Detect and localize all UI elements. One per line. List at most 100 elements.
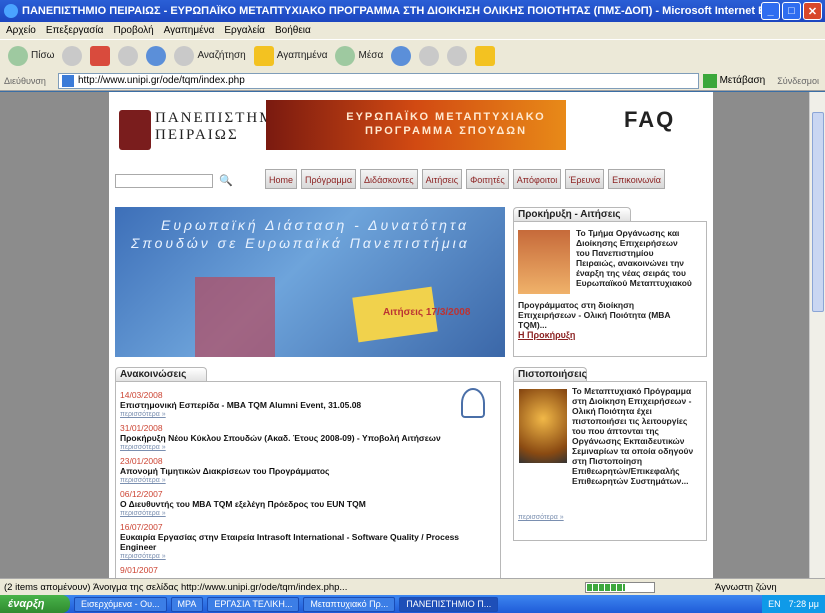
menu-view[interactable]: Προβολή	[113, 25, 153, 36]
nav-faculty[interactable]: Διδάσκοντες	[360, 169, 418, 189]
links-button[interactable]: Σύνδεσμοι	[777, 76, 825, 86]
home-icon	[146, 45, 167, 66]
window-titlebar: ΠΑΝΕΠΙΣΤΗΜΙΟ ΠΕΙΡΑΙΩΣ - ΕΥΡΩΠΑΪΚΟ ΜΕΤΑΠΤ…	[0, 0, 825, 22]
minimize-button[interactable]: _	[761, 2, 780, 20]
hero-line2: Σπουδών σε Ευρωπαϊκά Πανεπιστήμια	[131, 235, 470, 251]
print-button[interactable]	[447, 45, 468, 66]
home-button[interactable]	[146, 45, 167, 66]
ann-title[interactable]: Ευκαιρία Εργασίας στην Εταιρεία Intrasof…	[120, 532, 494, 552]
start-button[interactable]: έναρξη	[0, 595, 70, 613]
ann-more-link[interactable]: περισσότερα »	[120, 443, 494, 453]
refresh-button[interactable]	[118, 45, 139, 66]
stop-button[interactable]	[90, 45, 111, 66]
ann-date: 16/07/2007	[120, 522, 163, 532]
ann-date: 9/01/2007	[120, 565, 158, 575]
nav-applications[interactable]: Αιτήσεις	[421, 169, 463, 189]
list-item[interactable]: 06/12/2007 Ο Διευθυντής του MBA TQM εξελ…	[120, 489, 494, 519]
history-button[interactable]	[391, 45, 412, 66]
taskbar-item[interactable]: Μεταπτυχιακό Πρ...	[303, 596, 396, 612]
hero-banner[interactable]: Ευρωπαϊκή Διάσταση - Δυνατότητα Σπουδών …	[115, 207, 505, 357]
nav-alumni[interactable]: Απόφοιτοι	[512, 169, 562, 189]
hero-decoration	[195, 277, 275, 357]
taskbar-item-active[interactable]: ΠΑΝΕΠΙΣΤΗΜΙΟ Π...	[399, 596, 499, 612]
scrollbar-thumb[interactable]	[812, 112, 824, 312]
recruit-heading: Προκήρυξη - Αιτήσεις	[513, 207, 631, 221]
list-item[interactable]: 16/07/2007 Ευκαιρία Εργασίας στην Εταιρε…	[120, 522, 494, 562]
menu-edit[interactable]: Επεξεργασία	[46, 25, 104, 36]
ann-more-link[interactable]: περισσότερα »	[120, 476, 494, 486]
announcements-list: 14/03/2008 Επιστημονική Εσπερίδα - MBA T…	[120, 390, 494, 578]
status-bar: (2 items απομένουν) Άνοιγμα της σελίδας …	[0, 578, 825, 595]
forward-button[interactable]	[62, 45, 83, 66]
page-icon	[62, 74, 74, 87]
site-search-icon[interactable]: 🔍	[219, 174, 233, 188]
go-arrow-icon	[702, 73, 717, 88]
menu-file[interactable]: Αρχείο	[6, 25, 36, 36]
ann-title[interactable]: Επιστημονική Εσπερίδα - MBA TQM Alumni E…	[120, 400, 494, 410]
search-button[interactable]: Αναζήτηση	[174, 45, 246, 66]
certification-more-link[interactable]: περισσότερα »	[518, 514, 564, 521]
nav-students[interactable]: Φοιτητές	[466, 169, 509, 189]
certification-image	[519, 389, 567, 463]
maximize-button[interactable]: □	[782, 2, 801, 20]
ann-title[interactable]: Απονομή Τιμητικών Διακρίσεων του Προγράμ…	[120, 466, 494, 476]
folder-button[interactable]	[475, 45, 496, 66]
site-search-input[interactable]	[115, 174, 213, 188]
refresh-icon	[118, 45, 139, 66]
recruit-link[interactable]: Η Προκήρυξη	[518, 330, 575, 340]
list-item[interactable]: 23/01/2008 Απονομή Τιμητικών Διακρίσεων …	[120, 456, 494, 486]
nav-contact[interactable]: Επικοινωνία	[608, 169, 665, 189]
close-button[interactable]: ✕	[803, 2, 822, 20]
address-input[interactable]: http://www.unipi.gr/ode/tqm/index.php	[58, 72, 699, 89]
taskbar-item[interactable]: MPA	[170, 596, 204, 612]
nav-program[interactable]: Πρόγραμμα	[301, 169, 357, 189]
security-zone: Άγνωστη ζώνη	[715, 581, 777, 593]
list-item[interactable]: 9/01/2007	[120, 565, 494, 575]
star-icon	[253, 45, 274, 66]
vertical-scrollbar[interactable]	[809, 92, 825, 578]
window-title: ΠΑΝΕΠΙΣΤΗΜΙΟ ΠΕΙΡΑΙΩΣ - ΕΥΡΩΠΑΪΚΟ ΜΕΤΑΠΤ…	[22, 5, 761, 17]
banner-text: ΕΥΡΩΠΑΪΚΟ ΜΕΤΑΠΤΥΧΙΑΚΟ ΠΡΟΓΡΑΜΜΑ ΣΠΟΥΔΩΝ	[336, 110, 556, 138]
ann-more-link[interactable]: περισσότερα »	[120, 410, 494, 420]
back-button[interactable]: Πίσω	[8, 45, 54, 66]
ann-more-link[interactable]: περισσότερα »	[120, 552, 494, 562]
mail-button[interactable]	[419, 45, 440, 66]
go-label: Μετάβαση	[719, 75, 766, 86]
ann-more-link[interactable]: περισσότερα »	[120, 509, 494, 519]
hero-line1: Ευρωπαϊκή Διάσταση - Δυνατότητα	[161, 217, 469, 233]
faq-link[interactable]: FAQ	[624, 107, 675, 133]
ann-title[interactable]: Ο Διευθυντής του MBA TQM εξελέγη Πρόεδρο…	[120, 499, 494, 509]
clock: 7:28 μμ	[788, 599, 819, 609]
address-bar: Διεύθυνση http://www.unipi.gr/ode/tqm/in…	[0, 71, 825, 91]
list-item[interactable]: 31/01/2008 Προκήρυξη Νέου Κύκλου Σπουδών…	[120, 423, 494, 453]
go-button[interactable]: Μετάβαση	[702, 73, 774, 88]
search-label: Αναζήτηση	[197, 50, 246, 61]
favorites-button[interactable]: Αγαπημένα	[253, 45, 327, 66]
ann-title[interactable]: Προκήρυξη Νέου Κύκλου Σπουδών (Ακαδ. Έτο…	[120, 433, 494, 443]
address-label: Διεύθυνση	[4, 75, 46, 86]
menu-favorites[interactable]: Αγαπημένα	[164, 25, 215, 36]
university-seal-icon	[119, 110, 151, 150]
recruit-text: Το Τμήμα Οργάνωσης και Διοίκησης Επιχειρ…	[576, 228, 692, 288]
taskbar-item[interactable]: Εισερχόμενα - Ου...	[74, 596, 167, 612]
site-container: ΠΑΝΕΠΙΣΤΗΜΙΟ ΠΕΙΡΑΙΩΣ ΕΥΡΩΠΑΪΚΟ ΜΕΤΑΠΤΥΧ…	[109, 92, 713, 578]
recruit-text-cont: Προγράμματος στη διοίκηση Επιχειρήσεων -…	[518, 300, 671, 330]
media-button[interactable]: Μέσα	[335, 45, 383, 66]
nav-home[interactable]: Home	[265, 169, 298, 189]
recruit-panel: Το Τμήμα Οργάνωσης και Διοίκησης Επιχειρ…	[513, 221, 707, 357]
list-item[interactable]: 14/03/2008 Επιστημονική Εσπερίδα - MBA T…	[120, 390, 494, 420]
search-icon	[174, 45, 195, 66]
taskbar-item[interactable]: ΕΡΓΑΣΙΑ ΤΕΛΙΚΗ...	[207, 596, 300, 612]
back-arrow-icon	[8, 45, 28, 66]
toolbar: Πίσω Αναζήτηση Αγαπημένα Μέσα	[0, 39, 825, 71]
nav-research[interactable]: Έρευνα	[565, 169, 605, 189]
print-icon	[447, 45, 468, 66]
menu-help[interactable]: Βοήθεια	[275, 25, 311, 36]
language-indicator[interactable]: EN	[768, 599, 781, 609]
program-banner: ΕΥΡΩΠΑΪΚΟ ΜΕΤΑΠΤΥΧΙΑΚΟ ΠΡΟΓΡΑΜΜΑ ΣΠΟΥΔΩΝ	[266, 100, 566, 150]
folder-icon	[475, 45, 496, 66]
university-logo[interactable]: ΠΑΝΕΠΙΣΤΗΜΙΟ ΠΕΙΡΑΙΩΣ	[109, 102, 292, 162]
ie-icon	[4, 4, 18, 18]
menu-bar: Αρχείο Επεξεργασία Προβολή Αγαπημένα Εργ…	[0, 22, 825, 39]
menu-tools[interactable]: Εργαλεία	[224, 25, 265, 36]
